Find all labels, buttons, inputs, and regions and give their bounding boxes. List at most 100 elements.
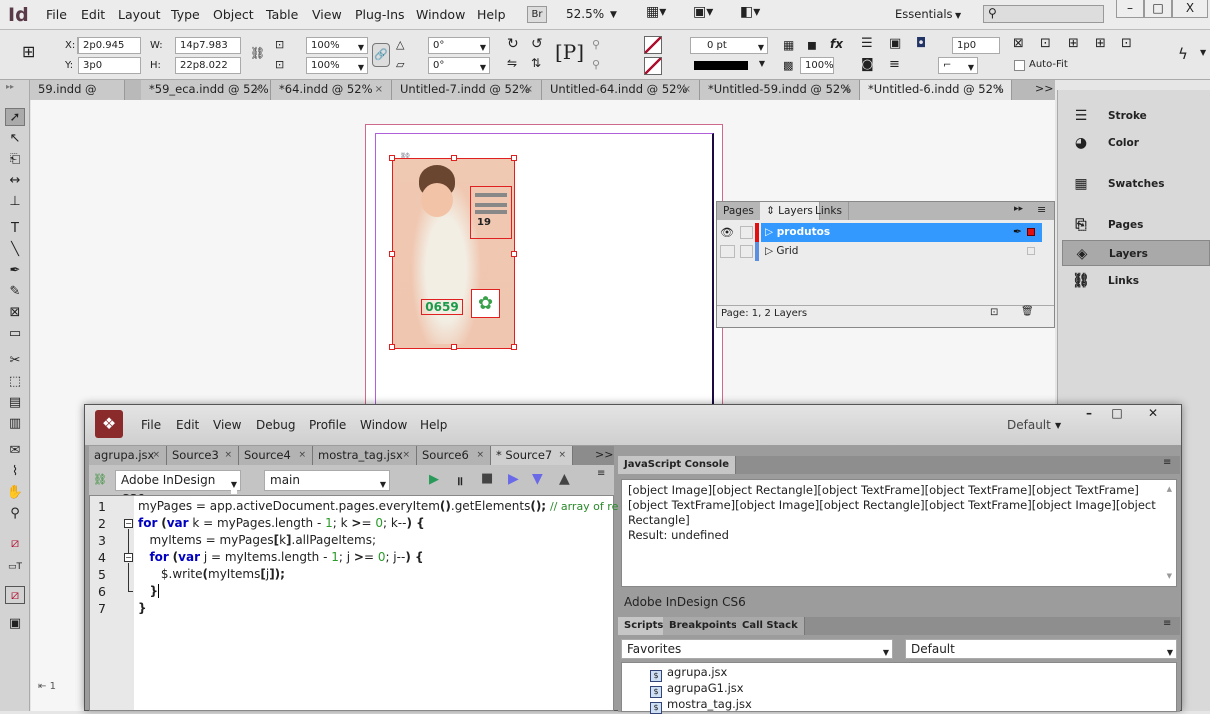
script-item[interactable]: $ mostra_tag.jsx [650,697,752,714]
stroke-swatch[interactable] [644,57,662,75]
auto-fit-checkbox[interactable] [1014,60,1025,71]
free-transform-tool-icon[interactable]: ⬚ [5,373,25,391]
menu-help[interactable]: Help [477,7,506,22]
search-input[interactable]: ⚲ [983,5,1104,23]
toolbar-menu-icon[interactable]: ≡ [597,468,605,479]
estk-menu-file[interactable]: File [141,418,161,432]
estk-menu-debug[interactable]: Debug [256,418,295,432]
dock-layers[interactable]: ◈ Layers [1062,240,1210,266]
type-tool-icon[interactable]: T [5,220,25,238]
scale-y-field[interactable]: 100% ▼ [306,57,368,74]
dock-color[interactable]: ◕ Color [1062,130,1210,156]
corner-size-field[interactable]: 1p0 [952,37,1000,54]
source-tab[interactable]: Source3 × [167,446,239,465]
collapse-panel-icon[interactable]: ▸▸ [1014,204,1023,214]
corner-shape-dropdown[interactable]: ⌐ ▼ [938,57,978,74]
rectangle-frame-tool-icon[interactable]: ⊠ [5,304,25,322]
dock-links[interactable]: ⛓ Links [1062,268,1210,294]
shear-field[interactable]: 0° ▼ [428,57,490,74]
pause-icon[interactable]: ॥ [456,472,463,489]
rotation-field[interactable]: 0° ▼ [428,37,490,54]
gradient-feather-tool-icon[interactable]: ▥ [5,415,25,433]
scripts-engine-dropdown[interactable]: Default ▼ [905,639,1177,659]
layer-name[interactable]: produtos [777,226,830,238]
direct-selection-tool-icon[interactable]: ↖ [5,130,25,148]
selection-tool-icon[interactable]: ➚ [5,108,25,126]
fill-frame-icon[interactable]: ⊞ [1095,36,1106,51]
line-tool-icon[interactable]: ╲ [5,241,25,259]
fill-swatch[interactable] [644,36,662,54]
page-tool-icon[interactable]: ⎗ [5,151,25,169]
doc-tab[interactable]: *Untitled-59.indd @ 52% × [700,80,860,100]
rotate-ccw-icon[interactable]: ↺ [531,36,543,52]
source-tab-active[interactable]: * Source7 × [491,446,573,465]
expand-icon[interactable]: ▷ [765,245,773,257]
screen-mode-icon[interactable]: ▣▾ [693,4,713,20]
dock-swatches[interactable]: ▦ Swatches [1062,171,1210,197]
workspace-switcher[interactable]: Essentials [895,7,953,21]
source-tab[interactable]: Source6 × [417,446,491,465]
target-app-dropdown[interactable]: Adobe InDesign CS6▼ [115,470,241,506]
pencil-tool-icon[interactable]: ✎ [5,283,25,301]
new-layer-icon[interactable]: ⊡ [990,307,998,318]
estk-menu-profile[interactable]: Profile [309,418,346,432]
y-field[interactable]: 3p0 [78,57,141,74]
price-frame[interactable]: 19 [470,186,512,239]
run-icon[interactable]: ▶ [429,472,439,487]
estk-maximize-button[interactable]: □ [1103,406,1131,424]
doc-tab[interactable]: *59_eca.indd @ 52% × [141,80,271,100]
doc-tab[interactable]: Untitled-7.indd @ 52% × [392,80,542,100]
visibility-toggle[interactable] [720,245,735,258]
javascript-console[interactable]: [object Image][object Rectangle][object … [621,479,1177,587]
stroke-type-dropdown[interactable]: ▼ [690,57,768,74]
tab-call-stack[interactable]: Call Stack [736,617,805,635]
lock-toggle[interactable] [740,245,753,258]
width-field[interactable]: 14p7.983 [175,37,241,54]
menu-table[interactable]: Table [266,7,298,22]
image-frame[interactable]: 19 0659 ✿ [389,155,517,350]
estk-menu-window[interactable]: Window [360,418,407,432]
estk-minimize-button[interactable]: – [1075,406,1103,424]
workspace-dropdown-icon[interactable]: ▼ [1055,421,1061,430]
step-over-icon[interactable]: ▶ [508,471,519,487]
menu-file[interactable]: File [46,7,67,22]
code-editor[interactable]: 1 2 3 4 5 6 7 − − myPages = app.activeDo… [89,495,640,711]
menu-plug-ins[interactable]: Plug-Ins [355,7,405,22]
fold-toggle-icon[interactable]: − [124,553,133,562]
rectangle-tool-icon[interactable]: ▭ [5,325,25,343]
scripts-location-dropdown[interactable]: Favorites ▼ [621,639,893,659]
flip-vertical-icon[interactable]: ⇅ [531,56,541,70]
scroll-down-icon[interactable]: ▼ [1167,569,1172,584]
zoom-tool-icon[interactable]: ⚲ [5,505,25,523]
apply-none-icon[interactable]: ⧄ [5,586,25,604]
menu-layout[interactable]: Layout [118,7,161,22]
selection-square-icon[interactable] [1027,247,1035,255]
step-out-icon[interactable]: ▲ [559,471,570,487]
quick-apply-icon[interactable]: ϟ [1178,45,1188,63]
fit-frame-icon[interactable]: ⊡ [1040,36,1051,51]
height-field[interactable]: 22p8.022 [175,57,241,74]
bridge-button[interactable]: Br [527,6,547,23]
text-wrap-shape-icon[interactable]: ◙ [861,57,874,72]
zoom-level[interactable]: 52.5% [566,7,604,21]
estk-menu-view[interactable]: View [213,418,241,432]
layer-row-grid[interactable]: ▷ Grid [717,242,1042,261]
connection-link-icon[interactable]: ⛓ [93,473,107,486]
doc-tab[interactable]: *64.indd @ 52% × [271,80,392,100]
tab-breakpoints[interactable]: Breakpoints [663,617,745,635]
panel-menu-icon[interactable]: ≡ [1163,457,1171,468]
rotate-cw-icon[interactable]: ↻ [507,36,519,52]
doc-tab[interactable]: Untitled-64.indd @ 52% × [542,80,700,100]
doc-tab-active[interactable]: *Untitled-6.indd @ 52% × [860,80,1012,100]
x-field[interactable]: 2p0.945 [78,37,141,54]
selection-square-icon[interactable] [1027,228,1035,236]
eye-icon[interactable]: 👁 [720,223,734,242]
text-wrap-none-icon[interactable]: ☰ [861,36,873,51]
delete-layer-icon[interactable]: 🗑 [1021,306,1034,317]
fit-content-icon[interactable]: ⊠ [1013,36,1024,51]
gradient-swatch-tool-icon[interactable]: ▤ [5,394,25,412]
more-tabs-button[interactable]: >> [1035,82,1053,95]
panel-menu-icon[interactable]: ▼ [1200,48,1206,57]
select-content-icon[interactable]: ⚲ [592,58,600,71]
scale-x-field[interactable]: 100% ▼ [306,37,368,54]
